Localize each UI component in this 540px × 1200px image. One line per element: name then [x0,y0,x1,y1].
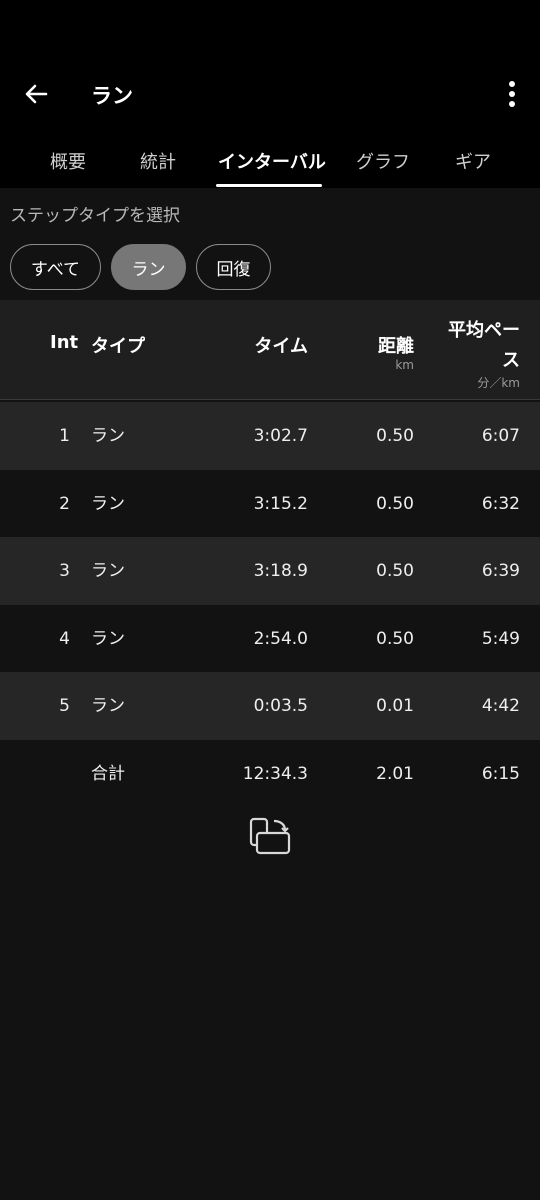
cell-distance: 0.50 [376,561,414,581]
app-bar: ラン 概要 統計 インターバル グラフ ギア [0,0,540,188]
cell-int: 4 [59,629,70,649]
header-time: タイム [254,336,308,357]
filter-title: ステップタイプを選択 [10,206,180,226]
header-pace-line1: 平均ペー [448,320,520,341]
cell-distance: 0.01 [376,696,414,716]
table-row[interactable]: 5 ラン 0:03.5 0.01 4:42 [0,672,540,740]
tab-bar: 概要 統計 インターバル グラフ ギア [0,136,540,188]
tab-overview[interactable]: 概要 [50,148,86,174]
tab-graph[interactable]: グラフ [356,148,410,174]
table-total-row: 合計 12:34.3 2.01 6:15 [0,740,540,808]
cell-distance: 0.50 [376,426,414,446]
cell-type: ラン [91,494,125,514]
tab-stats[interactable]: 統計 [140,148,176,174]
cell-int: 3 [59,561,70,581]
table-row[interactable]: 1 ラン 3:02.7 0.50 6:07 [0,402,540,470]
total-time: 12:34.3 [242,764,308,784]
more-vert-icon[interactable] [498,78,526,110]
chip-all[interactable]: すべて [10,244,101,290]
cell-pace: 6:32 [481,494,520,514]
cell-int: 5 [59,696,70,716]
cell-pace: 4:42 [481,696,520,716]
cell-type: ラン [91,426,125,446]
page-title: ラン [91,84,133,108]
cell-distance: 0.50 [376,494,414,514]
total-pace: 6:15 [481,764,520,784]
screen-rotation-icon[interactable] [248,816,292,856]
chip-recovery[interactable]: 回復 [196,244,271,290]
header-type: タイプ [91,336,145,357]
cell-type: ラン [91,629,125,649]
header-distance: 距離 [378,336,414,357]
table-row[interactable]: 2 ラン 3:15.2 0.50 6:32 [0,470,540,538]
tab-gear[interactable]: ギア [455,148,491,174]
cell-int: 1 [59,426,70,446]
table-header: Int タイプ タイム 距離 km 平均ペー ス 分／km [0,300,540,400]
cell-type: ラン [91,561,125,581]
cell-pace: 6:39 [481,561,520,581]
cell-pace: 5:49 [481,629,520,649]
cell-time: 3:15.2 [253,494,308,514]
header-int: Int [50,332,79,353]
total-label: 合計 [91,764,125,784]
cell-time: 2:54.0 [253,629,308,649]
cell-time: 3:02.7 [253,426,308,446]
cell-time: 3:18.9 [253,561,308,581]
table-row[interactable]: 3 ラン 3:18.9 0.50 6:39 [0,537,540,605]
arrow-left-icon[interactable] [20,78,52,110]
table-row[interactable]: 4 ラン 2:54.0 0.50 5:49 [0,605,540,673]
header-distance-unit: km [395,358,414,372]
cell-int: 2 [59,494,70,514]
chip-run[interactable]: ラン [111,244,186,290]
tab-active-indicator [216,184,322,187]
cell-type: ラン [91,696,125,716]
cell-distance: 0.50 [376,629,414,649]
cell-pace: 6:07 [481,426,520,446]
tab-intervals[interactable]: インターバル [218,148,326,174]
total-distance: 2.01 [376,764,414,784]
header-pace-line2: ス [502,350,520,371]
cell-time: 0:03.5 [253,696,308,716]
header-pace-unit: 分／km [477,376,520,390]
